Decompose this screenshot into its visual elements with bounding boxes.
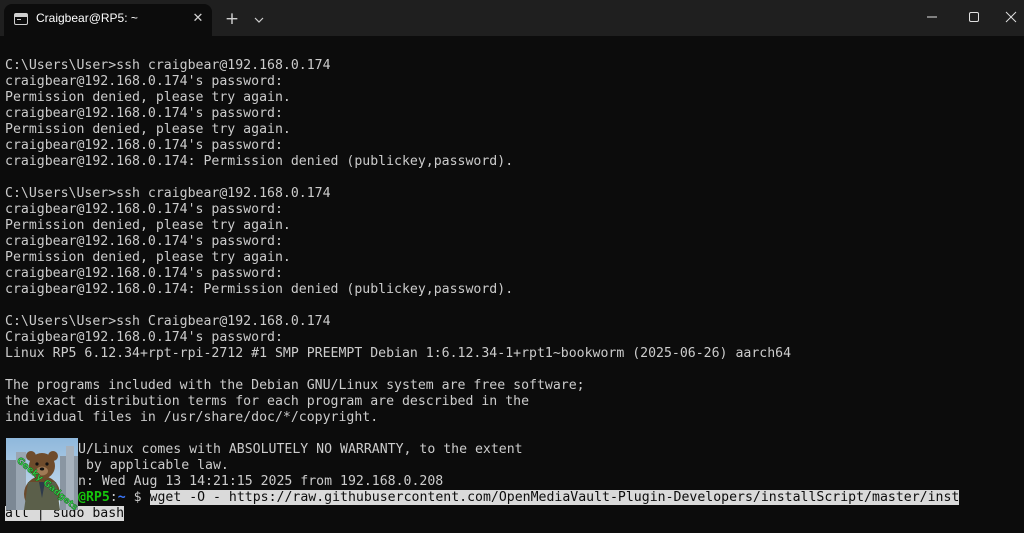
terminal-line: by applicable law. <box>78 458 229 473</box>
terminal-line: craigbear@192.168.0.174's password: <box>5 202 283 217</box>
terminal-line: craigbear@192.168.0.174's password: <box>5 234 283 249</box>
tab-close-icon[interactable]: ✕ <box>190 11 206 27</box>
terminal-line: craigbear@192.168.0.174's password: <box>5 138 283 153</box>
shell-prompt: @RP5:~ $ wget -O - https://raw.githubuse… <box>78 490 960 506</box>
prompt-user-host: @RP5 <box>78 490 110 505</box>
terminal-line: Permission denied, please try again. <box>5 122 291 137</box>
terminal-line: n: Wed Aug 13 14:21:15 2025 from 192.168… <box>78 474 444 489</box>
tab-craigbear-rp5[interactable]: Craigbear@RP5: ~ ✕ <box>4 4 212 36</box>
terminal-line: craigbear@192.168.0.174: Permission deni… <box>5 282 514 297</box>
prompt-path: ~ <box>117 490 126 505</box>
terminal-line: Craigbear@192.168.0.174's password: <box>5 330 283 345</box>
maximize-icon[interactable] <box>954 0 1000 34</box>
selected-command-text[interactable]: wget -O - https://raw.githubusercontent.… <box>149 490 960 505</box>
terminal-icon <box>14 13 28 25</box>
terminal-line: C:\Users\User>ssh Craigbear@192.168.0.17… <box>5 314 331 329</box>
terminal-line: craigbear@192.168.0.174: Permission deni… <box>5 154 514 169</box>
terminal-line: Permission denied, please try again. <box>5 90 291 105</box>
title-bar: Craigbear@RP5: ~ ✕ + <box>0 0 1024 36</box>
terminal-output[interactable]: C:\Users\User>ssh craigbear@192.168.0.17… <box>0 36 1024 533</box>
terminal-line: craigbear@192.168.0.174's password: <box>5 74 283 89</box>
minimize-icon[interactable] <box>910 0 956 34</box>
prompt-colon: : <box>109 490 118 505</box>
terminal-line: Permission denied, please try again. <box>5 250 291 265</box>
terminal-line: craigbear@192.168.0.174's password: <box>5 266 283 281</box>
terminal-line: C:\Users\User>ssh craigbear@192.168.0.17… <box>5 186 331 201</box>
chevron-down-icon[interactable] <box>250 11 268 29</box>
close-icon[interactable] <box>998 0 1024 34</box>
terminal-window: Craigbear@RP5: ~ ✕ + C:\Users\User>ssh c… <box>0 0 1024 533</box>
tab-title: Craigbear@RP5: ~ <box>36 11 138 25</box>
new-tab-button[interactable]: + <box>222 9 242 29</box>
prompt-dollar: $ <box>125 490 150 505</box>
terminal-line: individual files in /usr/share/doc/*/cop… <box>5 410 379 425</box>
terminal-line: craigbear@192.168.0.174's password: <box>5 106 283 121</box>
terminal-line: The programs included with the Debian GN… <box>5 378 585 393</box>
avatar-image: Geeky Gadgets <box>6 438 78 510</box>
terminal-line: Linux RP5 6.12.34+rpt-rpi-2712 #1 SMP PR… <box>5 346 792 361</box>
terminal-line: C:\Users\User>ssh craigbear@192.168.0.17… <box>5 58 331 73</box>
terminal-line: Permission denied, please try again. <box>5 218 291 233</box>
terminal-line: the exact distribution terms for each pr… <box>5 394 530 409</box>
terminal-line: U/Linux comes with ABSOLUTELY NO WARRANT… <box>78 442 523 457</box>
